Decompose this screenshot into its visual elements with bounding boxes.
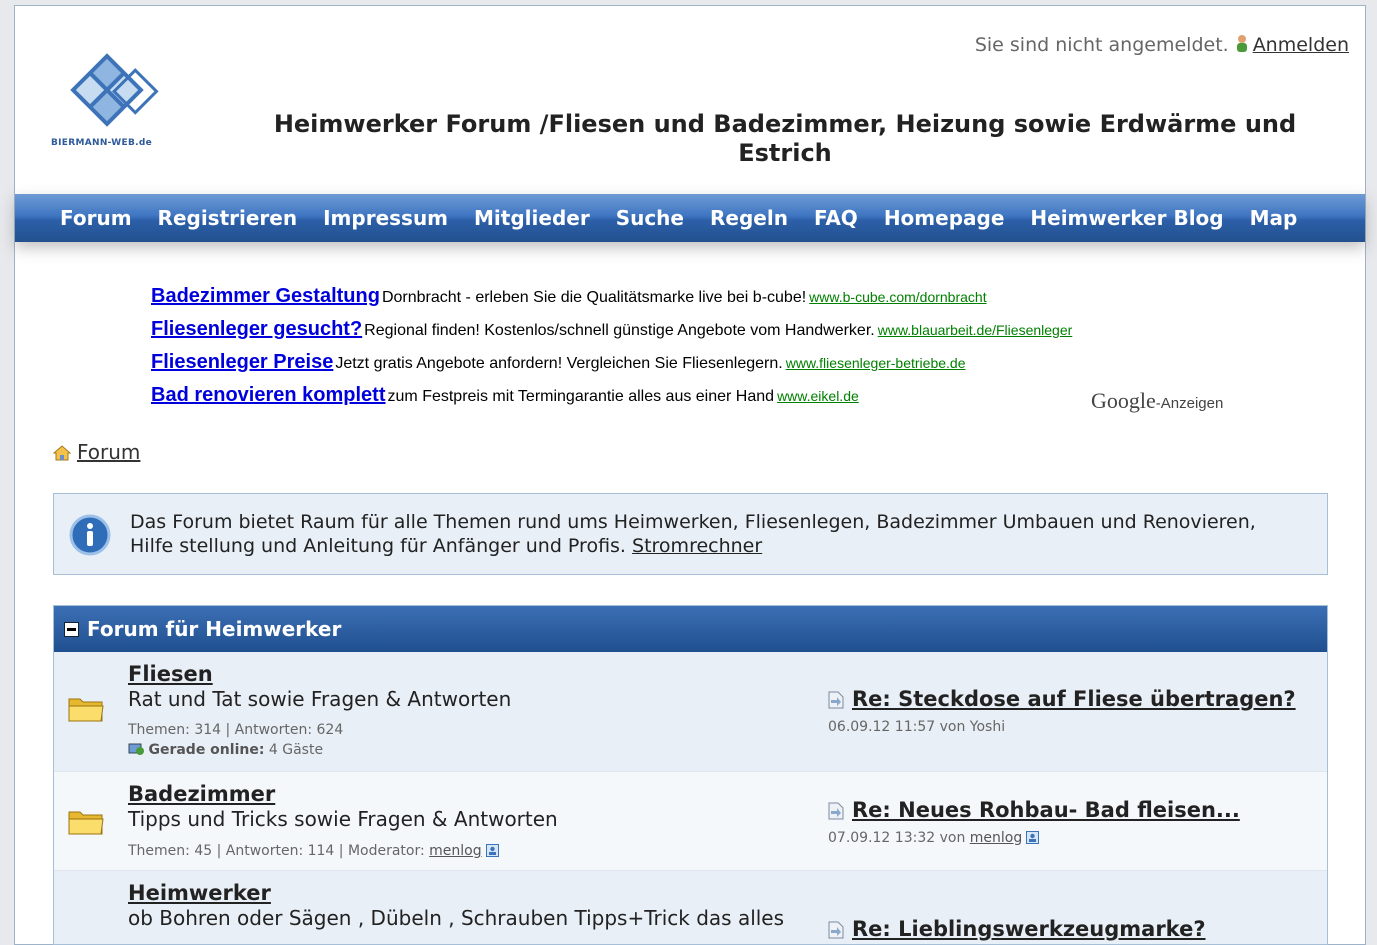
login-link[interactable]: Anmelden: [1253, 34, 1349, 56]
online-info: Gerade online: 4 Gäste: [128, 742, 323, 760]
forum-stats-text: Themen: 45 | Antworten: 114 | Moderator:: [128, 843, 425, 859]
ad-item: Badezimmer Gestaltung Dornbracht - erlebe…: [151, 285, 1271, 318]
last-post-meta: 07.09.12 13:32 von menlog: [828, 830, 1240, 848]
forum-stats: Themen: 314 | Antworten: 624: [128, 722, 344, 738]
forum-stats: Themen: 45 | Antworten: 114 | Moderator:…: [128, 843, 499, 861]
last-post-date: 07.09.12 13:32 von: [828, 829, 966, 846]
last-post-icon: [828, 802, 844, 824]
last-post-title[interactable]: Re: Neues Rohbau- Bad fleisen...: [852, 798, 1240, 822]
nav-registrieren[interactable]: Registrieren: [145, 194, 311, 242]
last-post-icon: [828, 921, 844, 943]
ad-title[interactable]: Bad renovieren komplett: [151, 384, 386, 406]
last-post-title[interactable]: Re: Steckdose auf Fliese übertragen?: [852, 687, 1296, 711]
nav-suche[interactable]: Suche: [603, 194, 697, 242]
nav-impressum[interactable]: Impressum: [310, 194, 461, 242]
online-icon: [128, 742, 144, 760]
nav-mitglieder[interactable]: Mitglieder: [461, 194, 603, 242]
info-box: Das Forum bietet Raum für alle Themen ru…: [53, 493, 1328, 575]
site-title: Heimwerker Forum /Fliesen und Badezimmer…: [273, 110, 1297, 167]
ad-title[interactable]: Fliesenleger Preise: [151, 351, 333, 373]
home-icon: [52, 442, 72, 466]
forum-category: Forum für Heimwerker Fliesen Rat und Tat…: [53, 605, 1328, 945]
google-brand: Google: [1091, 388, 1156, 413]
breadcrumb-forum-link[interactable]: Forum: [77, 440, 140, 464]
forum-row: Badezimmer Tipps und Tricks sowie Fragen…: [54, 772, 1327, 871]
user-icon: [1235, 34, 1249, 57]
main-nav: Forum Registrieren Impressum Mitglieder …: [15, 194, 1365, 242]
last-post-user[interactable]: menlog: [970, 830, 1022, 846]
ad-title[interactable]: Fliesenleger gesucht?: [151, 318, 362, 340]
ad-url[interactable]: www.fliesenleger-betriebe.de: [786, 355, 966, 371]
ad-title[interactable]: Badezimmer Gestaltung: [151, 285, 380, 307]
google-ads-badge[interactable]: Google-Anzeigen: [1091, 388, 1223, 414]
folder-icon: [68, 808, 104, 840]
profile-icon[interactable]: [1026, 830, 1040, 848]
nav-regeln[interactable]: Regeln: [697, 194, 801, 242]
forum-row: Heimwerker ob Bohren oder Sägen , Dübeln…: [54, 871, 1327, 944]
nav-forum[interactable]: Forum: [47, 194, 145, 242]
last-post-icon: [828, 691, 844, 713]
stromrechner-link[interactable]: Stromrechner: [632, 535, 762, 557]
profile-icon[interactable]: [485, 844, 499, 861]
forum-name[interactable]: Fliesen: [128, 662, 213, 686]
nav-heimwerker-blog[interactable]: Heimwerker Blog: [1017, 194, 1236, 242]
forum-row: Fliesen Rat und Tat sowie Fragen & Antwo…: [54, 652, 1327, 772]
moderator-link[interactable]: menlog: [429, 843, 481, 859]
folder-icon: [68, 695, 104, 727]
nav-map[interactable]: Map: [1237, 194, 1311, 242]
nav-homepage[interactable]: Homepage: [871, 194, 1018, 242]
online-label: Gerade online:: [148, 742, 265, 758]
login-status: Sie sind nicht angemeldet.: [974, 34, 1229, 56]
login-area: Sie sind nicht angemeldet. Anmelden: [975, 34, 1349, 57]
forum-description: Rat und Tat sowie Fragen & Antworten: [128, 687, 512, 711]
nav-faq[interactable]: FAQ: [801, 194, 871, 242]
info-icon: [69, 514, 111, 560]
ad-item: Fliesenleger gesucht? Regional finden! Ko…: [151, 318, 1271, 351]
ad-item: Fliesenleger Preise Jetzt gratis Angebote…: [151, 351, 1271, 384]
category-title: Forum für Heimwerker: [87, 617, 342, 641]
category-header: Forum für Heimwerker: [54, 606, 1327, 652]
last-post: Re: Steckdose auf Fliese übertragen? 06.…: [828, 687, 1296, 735]
online-value: 4 Gäste: [268, 742, 324, 758]
site-logo[interactable]: BIERMANN-WEB.de: [45, 40, 175, 162]
last-post-title[interactable]: Re: Lieblingswerkzeugmarke?: [852, 917, 1206, 941]
forum-description: Tipps und Tricks sowie Fragen & Antworte…: [128, 807, 558, 831]
last-post: Re: Lieblingswerkzeugmarke?: [828, 917, 1206, 943]
ad-url[interactable]: www.b-cube.com/dornbracht: [809, 289, 986, 305]
google-suffix: -Anzeigen: [1155, 395, 1224, 412]
logo-text: BIERMANN-WEB.de: [51, 138, 153, 148]
last-post: Re: Neues Rohbau- Bad fleisen... 07.09.1…: [828, 798, 1240, 848]
ad-desc: Jetzt gratis Angebote anfordern! Verglei…: [335, 355, 783, 372]
ad-desc: zum Festpreis mit Termingarantie alles a…: [387, 388, 775, 405]
last-post-meta: 06.09.12 11:57 von Yoshi: [828, 718, 1006, 735]
forum-description: ob Bohren oder Sägen , Dübeln , Schraube…: [128, 906, 785, 930]
ad-desc: Regional finden! Kostenlos/schnell günst…: [364, 322, 875, 339]
forum-name[interactable]: Badezimmer: [128, 782, 275, 806]
ad-url[interactable]: www.blauarbeit.de/Fliesenleger: [878, 322, 1073, 338]
forum-name[interactable]: Heimwerker: [128, 881, 271, 905]
ad-url[interactable]: www.eikel.de: [777, 388, 859, 404]
collapse-icon[interactable]: [64, 622, 79, 637]
ad-desc: Dornbracht - erleben Sie die Qualitätsma…: [381, 289, 807, 306]
breadcrumb: Forum: [52, 440, 140, 466]
page: BIERMANN-WEB.de Sie sind nicht angemelde…: [14, 5, 1366, 945]
info-text: Das Forum bietet Raum für alle Themen ru…: [130, 510, 1270, 558]
